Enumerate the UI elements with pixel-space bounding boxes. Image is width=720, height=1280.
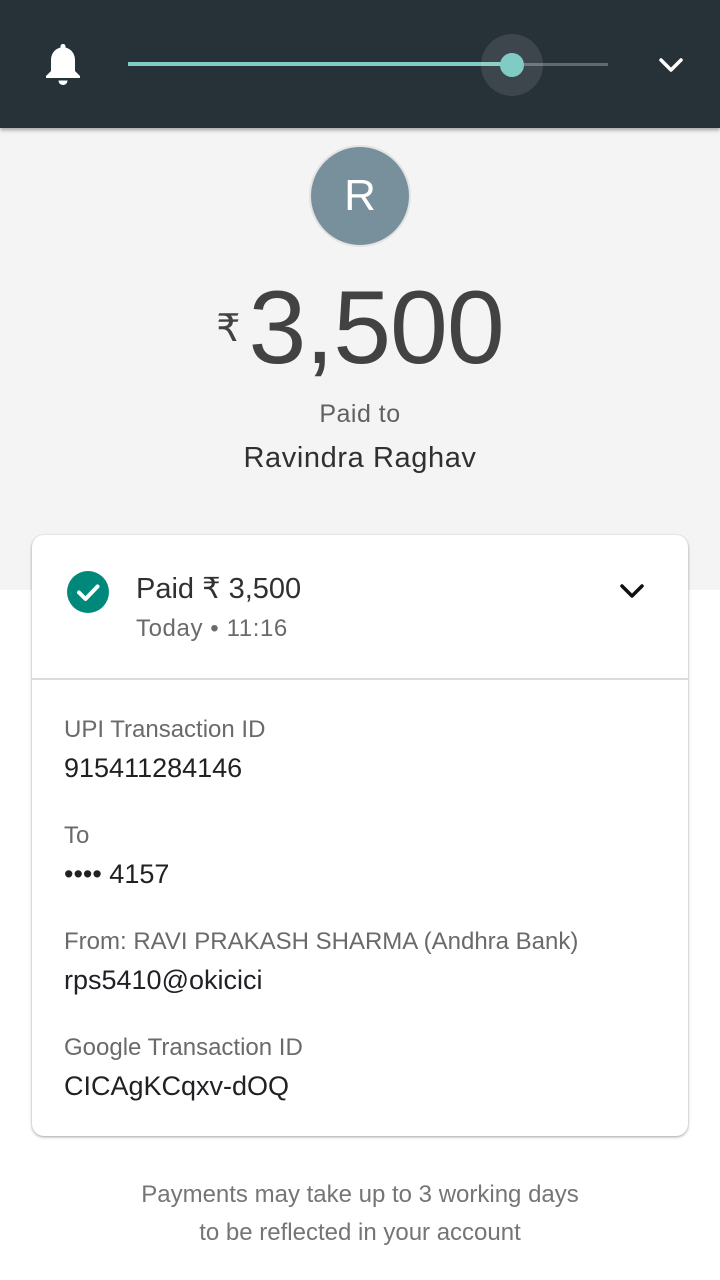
- google-transaction-id-value: CICAgKCqxv-dOQ: [64, 1071, 290, 1101]
- slider-progress: [128, 62, 512, 66]
- playback-slider[interactable]: [128, 34, 608, 96]
- chevron-down-icon[interactable]: [618, 581, 646, 601]
- payment-amount: ₹3,500: [0, 268, 720, 388]
- from-label: From: RAVI PRAKASH SHARMA (Andhra Bank): [64, 928, 579, 955]
- upi-transaction-id-value: 915411284146: [64, 753, 243, 783]
- check-circle-icon: [67, 571, 109, 613]
- settlement-note: Payments may take up to 3 working days t…: [60, 1176, 660, 1252]
- transaction-card: Paid ₹ 3,500 Today • 11:16 UPI Transacti…: [32, 535, 688, 1136]
- top-app-bar: [0, 0, 720, 128]
- chevron-down-icon[interactable]: [656, 54, 686, 76]
- from-upi-id-value: rps5410@okicici: [64, 965, 263, 995]
- paid-to-label: Paid to: [319, 400, 401, 428]
- google-transaction-id-label: Google Transaction ID: [64, 1034, 303, 1061]
- settlement-note-line-1: Payments may take up to 3 working days: [141, 1181, 579, 1208]
- currency-symbol: ₹: [216, 308, 241, 350]
- settlement-note-line-2: to be reflected in your account: [199, 1219, 521, 1246]
- status-title: Paid ₹ 3,500: [136, 573, 302, 605]
- avatar: R: [309, 145, 411, 247]
- slider-thumb[interactable]: [500, 53, 524, 77]
- status-time: Today • 11:16: [136, 615, 288, 642]
- amount-value: 3,500: [248, 270, 504, 386]
- divider: [32, 678, 688, 680]
- upi-transaction-id-label: UPI Transaction ID: [64, 716, 266, 743]
- to-account-value: •••• 4157: [64, 859, 170, 889]
- bell-icon[interactable]: [44, 42, 82, 86]
- payee-name: Ravindra Raghav: [243, 442, 477, 474]
- to-label: To: [64, 822, 90, 849]
